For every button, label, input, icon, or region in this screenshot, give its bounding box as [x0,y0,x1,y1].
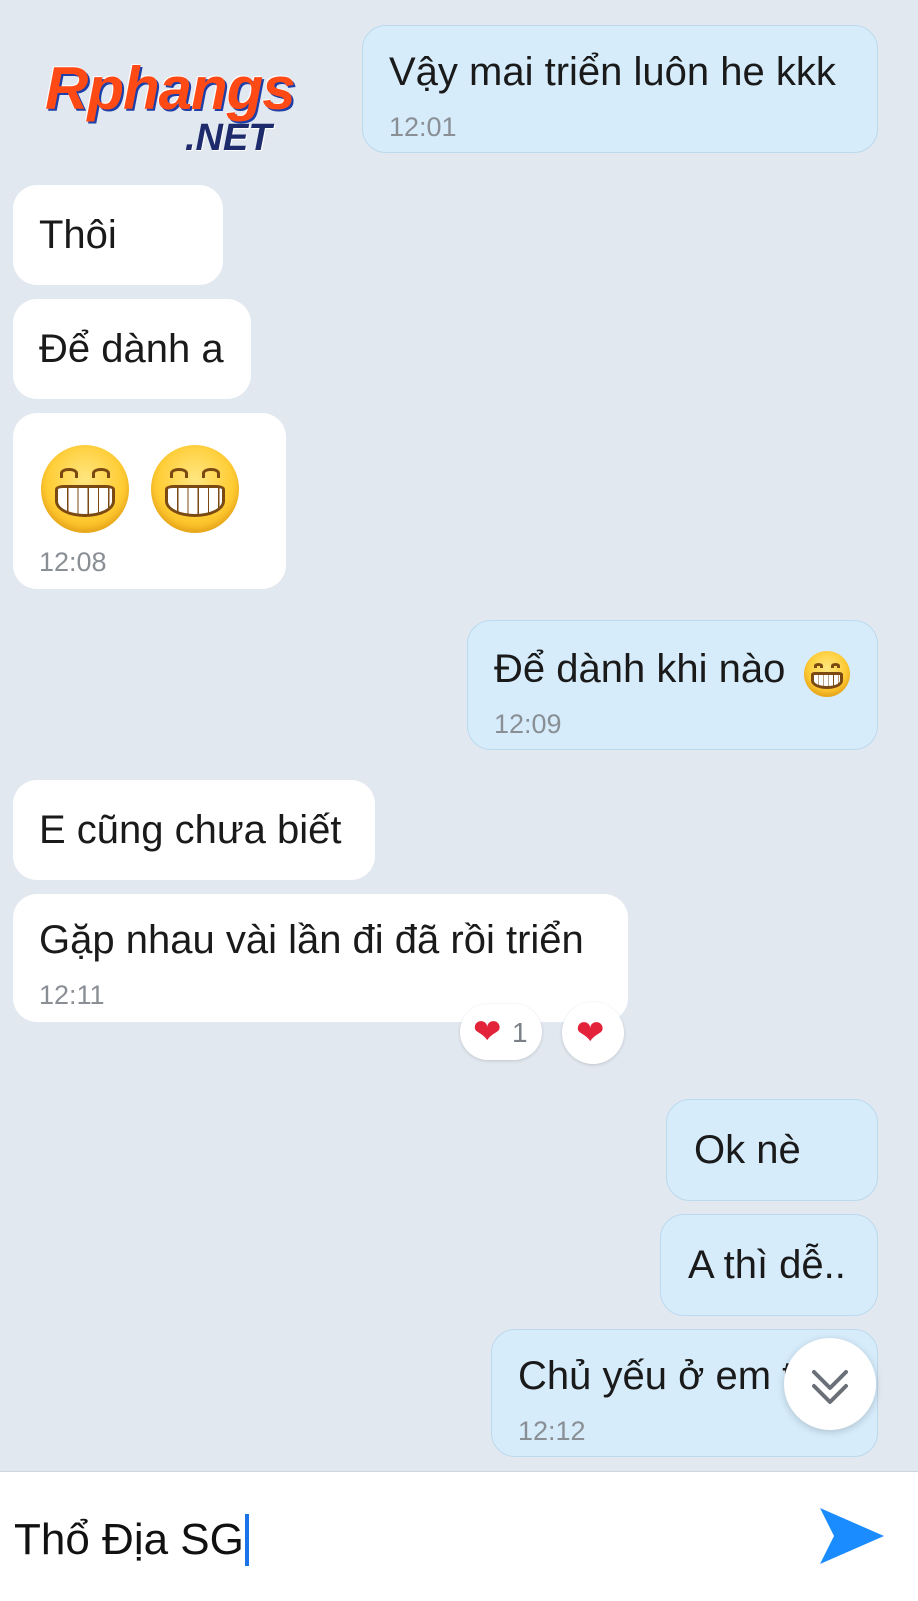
message-time: 12:11 [39,980,105,1010]
message-bubble-incoming[interactable]: Để dành a [13,299,251,399]
message-text: Thôi [39,213,117,257]
message-text: Vậy mai triển luôn he kkk [389,50,836,94]
reaction-summary[interactable]: ❤ 1 [460,1004,542,1060]
grinning-face-icon [804,651,850,697]
message-bubble-outgoing[interactable]: Ok nè [666,1099,878,1201]
message-time: 12:08 [39,547,107,577]
message-bubble-outgoing[interactable]: Vậy mai triển luôn he kkk 12:01 [362,25,878,153]
message-text: Để dành a [39,327,224,371]
message-input-value: Thổ Địa SG [14,1515,244,1564]
message-text: A thì dễ.. [688,1243,846,1287]
message-bubble-incoming[interactable]: Thôi [13,185,223,285]
message-time: 12:01 [389,112,457,142]
message-input[interactable]: Thổ Địa SG [14,1514,249,1566]
message-bubble-incoming[interactable]: Gặp nhau vài lần đi đã rồi triển 12:11 [13,894,628,1022]
message-text: Ok nè [694,1128,801,1172]
send-button[interactable] [816,1504,888,1568]
text-cursor [244,1514,249,1566]
message-bubble-outgoing[interactable]: A thì dễ.. [660,1214,878,1316]
scroll-to-bottom-button[interactable] [784,1338,876,1430]
message-bubble-outgoing[interactable]: Để dành khi nào 12:09 [467,620,878,750]
watermark-logo: Rphangs .NET [45,55,325,165]
react-heart-button[interactable]: ❤ [562,1002,624,1064]
grinning-face-icon [151,445,239,533]
message-time: 12:12 [518,1416,586,1446]
message-time: 12:09 [494,709,562,739]
grinning-face-icon [41,445,129,533]
message-bubble-incoming[interactable]: 12:08 [13,413,286,589]
heart-icon: ❤ [576,1014,605,1052]
watermark-suffix: .NET [185,117,272,159]
chat-message-list[interactable]: Rphangs .NET Vậy mai triển luôn he kkk 1… [0,0,918,1470]
message-text: E cũng chưa biết [39,808,342,852]
message-composer: Thổ Địa SG [0,1471,918,1601]
watermark-brand: Rphangs [45,55,296,122]
message-text: Để dành khi nào [494,647,786,691]
send-arrow-icon [820,1508,884,1564]
double-chevron-down-icon [812,1370,848,1404]
message-bubble-incoming[interactable]: E cũng chưa biết [13,780,375,880]
message-text: Chủ yếu ở em t [518,1354,794,1398]
reaction-count: 1 [512,1017,528,1048]
message-text: Gặp nhau vài lần đi đã rồi triển [39,918,584,962]
heart-icon: ❤ [473,1013,502,1051]
